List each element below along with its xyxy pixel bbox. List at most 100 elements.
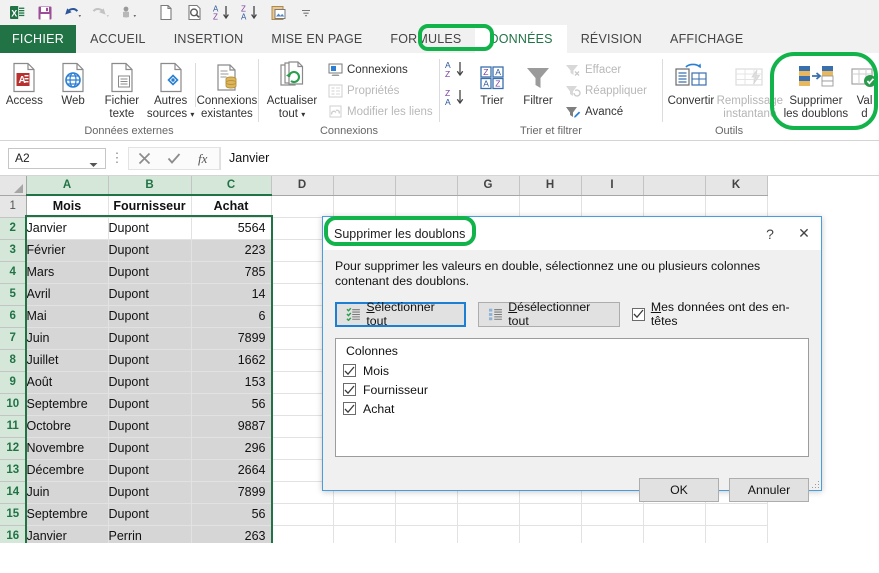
cell-f16[interactable]: [395, 525, 458, 543]
formula-bar-input[interactable]: Janvier: [220, 146, 879, 170]
row-header-8[interactable]: 8: [0, 349, 27, 372]
row-header-9[interactable]: 9: [0, 371, 27, 394]
button-fichier-texte[interactable]: Fichier texte: [98, 57, 147, 120]
cell-j1[interactable]: [643, 195, 706, 218]
cell-b5[interactable]: Dupont: [108, 283, 192, 306]
cell-a7[interactable]: Juin: [26, 327, 109, 350]
cell-a4[interactable]: Mars: [26, 261, 109, 284]
row-header-7[interactable]: 7: [0, 327, 27, 350]
cell-c2[interactable]: 5564: [191, 217, 272, 240]
tab-accueil[interactable]: ACCUEIL: [76, 25, 160, 53]
cell-c3[interactable]: 223: [191, 239, 272, 262]
column-header-e[interactable]: [333, 176, 396, 196]
cell-a14[interactable]: Juin: [26, 481, 109, 504]
column-header-f[interactable]: [395, 176, 458, 196]
insert-function-icon[interactable]: fx: [189, 151, 219, 166]
row-header-1[interactable]: 1: [0, 195, 27, 218]
row-header-4[interactable]: 4: [0, 261, 27, 284]
my-data-has-headers-checkbox[interactable]: Mes données ont des en-têtes: [631, 300, 809, 328]
row-header-13[interactable]: 13: [0, 459, 27, 482]
cell-c9[interactable]: 153: [191, 371, 272, 394]
button-autres-sources[interactable]: Autres sources ▾: [146, 57, 195, 121]
name-box[interactable]: A2: [8, 147, 106, 169]
row-header-3[interactable]: 3: [0, 239, 27, 262]
cell-a5[interactable]: Avril: [26, 283, 109, 306]
paste-picture-icon[interactable]: [265, 2, 291, 24]
cell-a15[interactable]: Septembre: [26, 503, 109, 526]
cell-a6[interactable]: Mai: [26, 305, 109, 328]
print-preview-icon[interactable]: [181, 2, 207, 24]
row-header-12[interactable]: 12: [0, 437, 27, 460]
cell-b8[interactable]: Dupont: [108, 349, 192, 372]
button-filtrer[interactable]: Filtrer: [514, 57, 562, 108]
cell-b16[interactable]: Perrin: [108, 525, 192, 543]
cell-b1[interactable]: Fournisseur: [108, 195, 192, 218]
checkbox-icon[interactable]: [343, 402, 356, 415]
row-header-10[interactable]: 10: [0, 393, 27, 416]
cell-h1[interactable]: [519, 195, 582, 218]
touch-mode-icon[interactable]: [116, 2, 142, 24]
cell-b3[interactable]: Dupont: [108, 239, 192, 262]
cancel-icon[interactable]: [129, 152, 159, 165]
cell-b9[interactable]: Dupont: [108, 371, 192, 394]
ok-button[interactable]: OK: [639, 478, 719, 502]
select-all-button[interactable]: Sélectionner tout: [335, 300, 466, 328]
columns-list-item[interactable]: Fournisseur: [342, 380, 802, 399]
button-connexions-existantes[interactable]: Connexions existantes: [196, 57, 258, 120]
row-header-16[interactable]: 16: [0, 525, 27, 543]
cell-b15[interactable]: Dupont: [108, 503, 192, 526]
customize-qat-icon[interactable]: [293, 2, 319, 24]
button-web[interactable]: Web: [49, 57, 98, 108]
cell-e16[interactable]: [333, 525, 396, 543]
deselect-all-button[interactable]: Désélectionner tout: [477, 300, 620, 328]
row-header-14[interactable]: 14: [0, 481, 27, 504]
cell-c16[interactable]: 263: [191, 525, 272, 543]
cell-f1[interactable]: [395, 195, 458, 218]
column-header-j[interactable]: [643, 176, 706, 196]
button-supprimer-les-doublons[interactable]: Supprimer les doublons: [781, 57, 851, 120]
cell-b12[interactable]: Dupont: [108, 437, 192, 460]
cell-b6[interactable]: Dupont: [108, 305, 192, 328]
select-all-corner[interactable]: [0, 176, 27, 196]
cell-b4[interactable]: Dupont: [108, 261, 192, 284]
cell-c5[interactable]: 14: [191, 283, 272, 306]
cell-c7[interactable]: 7899: [191, 327, 272, 350]
undo-icon[interactable]: [60, 2, 86, 24]
columns-list-item[interactable]: Mois: [342, 361, 802, 380]
new-document-icon[interactable]: [153, 2, 179, 24]
cell-a9[interactable]: Août: [26, 371, 109, 394]
cell-c10[interactable]: 56: [191, 393, 272, 416]
column-header-b[interactable]: B: [108, 176, 192, 196]
cell-c12[interactable]: 296: [191, 437, 272, 460]
sort-ascending-icon[interactable]: AZ: [209, 2, 235, 24]
sort-descending-icon[interactable]: ZA: [237, 2, 263, 24]
columns-listbox[interactable]: Colonnes Mois Fournisseur Achat: [335, 338, 809, 457]
help-icon[interactable]: ?: [753, 219, 787, 249]
cell-a16[interactable]: Janvier: [26, 525, 109, 543]
cell-k16[interactable]: [705, 525, 768, 543]
cell-k1[interactable]: [705, 195, 768, 218]
button-avance[interactable]: Avancé: [562, 101, 650, 122]
cell-d16[interactable]: [271, 525, 334, 543]
cell-h16[interactable]: [519, 525, 582, 543]
cell-i1[interactable]: [581, 195, 644, 218]
tab-revision[interactable]: RÉVISION: [567, 25, 656, 53]
button-sort-descending[interactable]: ZA: [444, 87, 468, 112]
cell-c15[interactable]: 56: [191, 503, 272, 526]
cell-g16[interactable]: [457, 525, 520, 543]
cell-b10[interactable]: Dupont: [108, 393, 192, 416]
resize-grip-icon[interactable]: [807, 476, 819, 488]
cell-e1[interactable]: [333, 195, 396, 218]
tab-fichier[interactable]: FICHIER: [0, 25, 77, 53]
save-icon[interactable]: [32, 2, 58, 24]
cell-a11[interactable]: Octobre: [26, 415, 109, 438]
button-connexions[interactable]: Connexions: [325, 59, 436, 80]
cell-b2[interactable]: Dupont: [108, 217, 192, 240]
cell-a3[interactable]: Février: [26, 239, 109, 262]
button-trier[interactable]: ZAAZ Trier: [470, 57, 514, 108]
button-validation-donnees[interactable]: Val d: [851, 57, 878, 120]
cell-i16[interactable]: [581, 525, 644, 543]
checkbox-icon[interactable]: [343, 383, 356, 396]
cell-b11[interactable]: Dupont: [108, 415, 192, 438]
button-access[interactable]: A Access: [0, 57, 49, 108]
